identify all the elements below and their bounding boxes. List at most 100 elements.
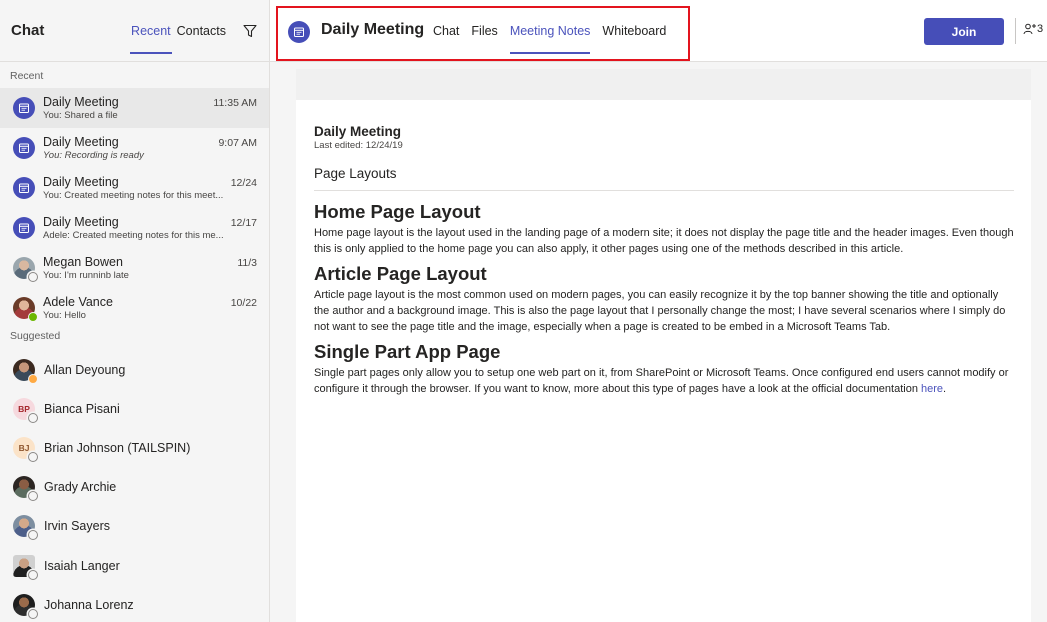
tab-recent[interactable]: Recent	[128, 0, 174, 62]
chat-time: 11:35 AM	[213, 97, 257, 109]
suggested-item-isaiah-langer[interactable]: Isaiah Langer	[0, 546, 269, 585]
header-divider	[1015, 18, 1016, 44]
participant-count: 3	[1037, 23, 1044, 35]
avatar	[13, 297, 38, 322]
chat-time: 11/3	[237, 257, 257, 269]
presence-offline-icon	[28, 608, 38, 619]
suggested-item-johanna-lorenz[interactable]: Johanna Lorenz	[0, 585, 269, 622]
teams-app: Chat Recent Contacts Recent Daily Meetin…	[0, 0, 1047, 622]
meeting-notes-area: Daily Meeting Last edited: 12/24/19 Page…	[296, 69, 1031, 622]
paragraph-home-page-layout: Home page layout is the layout used in t…	[314, 227, 1014, 255]
chat-time: 12/17	[230, 217, 257, 229]
recent-section-label: Recent	[10, 70, 44, 82]
heading-home-page-layout: Home Page Layout	[314, 201, 481, 222]
chat-item-text: Megan Bowen 11/3 You: I'm runninb late	[43, 255, 257, 281]
chat-item-adele-vance[interactable]: Adele Vance 10/22 You: Hello	[0, 288, 269, 328]
join-button[interactable]: Join	[924, 18, 1004, 45]
chat-item-text: Adele Vance 10/22 You: Hello	[43, 295, 257, 321]
avatar-initials: BP	[18, 403, 30, 414]
presence-offline-icon	[28, 569, 38, 580]
suggested-name: Irvin Sayers	[44, 519, 110, 534]
chat-item-megan-bowen[interactable]: Megan Bowen 11/3 You: I'm runninb late	[0, 248, 269, 288]
avatar: BP	[13, 397, 38, 423]
suggested-name: Grady Archie	[44, 480, 117, 495]
chat-time: 9:07 AM	[218, 137, 257, 149]
chat-preview: You: Shared a file	[43, 110, 118, 121]
suggested-name: Bianca Pisani	[44, 401, 120, 416]
chat-item-text: Daily Meeting 9:07 AM You: Recording is r…	[43, 135, 257, 161]
suggested-name: Brian Johnson (TAILSPIN)	[44, 440, 191, 455]
documentation-link[interactable]: here	[921, 383, 943, 395]
avatar: BJ	[13, 436, 38, 462]
chat-item-daily-meeting-2[interactable]: Daily Meeting 9:07 AM You: Recording is r…	[0, 128, 269, 168]
suggested-item-grady-archie[interactable]: Grady Archie	[0, 468, 269, 507]
avatar	[13, 593, 38, 619]
suggested-item-irvin-sayers[interactable]: Irvin Sayers	[0, 507, 269, 546]
sidebar-header: Chat Recent Contacts	[0, 0, 269, 62]
sidebar-tabs: Recent Contacts	[128, 0, 257, 62]
chat-preview: You: Recording is ready	[43, 150, 144, 161]
filter-icon[interactable]	[243, 24, 257, 38]
meeting-header: Daily Meeting Chat Files Meeting Notes W…	[270, 0, 1047, 62]
chat-preview: You: I'm runninb late	[43, 270, 129, 281]
chat-item-text: Daily Meeting 12/17 Adele: Created meetin…	[43, 215, 257, 241]
chat-name: Daily Meeting	[43, 215, 119, 229]
presence-offline-icon	[28, 491, 38, 502]
meeting-icon	[13, 217, 35, 239]
presence-offline-icon	[28, 272, 38, 282]
paragraph-text: Single part pages only allow you to setu…	[314, 367, 1009, 395]
chat-time: 12/24	[230, 177, 257, 189]
people-icon	[1023, 23, 1036, 35]
participants-button[interactable]: 3	[1023, 22, 1043, 36]
suggested-item-brian-johnson[interactable]: BJ Brian Johnson (TAILSPIN)	[0, 428, 269, 467]
recent-chat-list: Daily Meeting 11:35 AM You: Shared a file…	[0, 88, 269, 328]
suggested-list: Allan Deyoung BP Bianca Pisani BJ Brian …	[0, 350, 269, 622]
presence-offline-icon	[28, 451, 38, 462]
suggested-item-bianca-pisani[interactable]: BP Bianca Pisani	[0, 389, 269, 428]
chat-item-daily-meeting-3[interactable]: Daily Meeting 12/24 You: Created meeting …	[0, 168, 269, 208]
paragraph-end: .	[943, 383, 947, 395]
avatar	[13, 476, 38, 502]
tab-contacts[interactable]: Contacts	[174, 0, 229, 62]
presence-offline-icon	[28, 412, 38, 423]
heading-article-page-layout: Article Page Layout	[314, 263, 487, 284]
heading-single-part-app-page: Single Part App Page	[314, 341, 501, 362]
avatar	[13, 257, 38, 282]
paragraph-article-page-layout: Article page layout is the most common u…	[314, 289, 1006, 333]
chat-item-text: Daily Meeting 11:35 AM You: Shared a file	[43, 95, 257, 121]
chat-item-daily-meeting-4[interactable]: Daily Meeting 12/17 Adele: Created meetin…	[0, 208, 269, 248]
meeting-icon	[13, 177, 35, 199]
avatar	[13, 358, 38, 384]
suggested-name: Isaiah Langer	[44, 558, 120, 573]
sidebar-title: Chat	[11, 22, 45, 39]
chat-preview: Adele: Created meeting notes for this me…	[43, 230, 224, 241]
chat-sidebar: Chat Recent Contacts Recent Daily Meetin…	[0, 0, 270, 622]
meeting-icon	[13, 137, 35, 159]
chat-name: Daily Meeting	[43, 95, 119, 109]
chat-preview: You: Hello	[43, 310, 86, 321]
chat-item-text: Daily Meeting 12/24 You: Created meeting …	[43, 175, 257, 201]
chat-name: Megan Bowen	[43, 255, 123, 269]
chat-name: Daily Meeting	[43, 175, 119, 189]
avatar	[13, 515, 38, 541]
highlight-box	[276, 6, 690, 61]
suggested-name: Johanna Lorenz	[44, 597, 134, 612]
suggested-name: Allan Deyoung	[44, 362, 126, 377]
chat-name: Adele Vance	[43, 295, 113, 309]
meeting-icon	[13, 97, 35, 119]
presence-available-icon	[28, 312, 38, 322]
main-pane: Daily Meeting Chat Files Meeting Notes W…	[270, 0, 1047, 622]
avatar	[13, 554, 38, 580]
notes-toolbar-strip	[296, 69, 1031, 100]
suggested-item-allan-deyoung[interactable]: Allan Deyoung	[0, 350, 269, 389]
chat-preview: You: Created meeting notes for this meet…	[43, 190, 224, 201]
chat-item-daily-meeting-1[interactable]: Daily Meeting 11:35 AM You: Shared a file	[0, 88, 269, 128]
last-edited: Last edited: 12/24/19	[314, 140, 403, 151]
section-title: Page Layouts	[314, 166, 1014, 191]
presence-away-icon	[28, 373, 38, 384]
notes-page: Daily Meeting Last edited: 12/24/19 Page…	[296, 100, 1031, 622]
suggested-section-label: Suggested	[10, 330, 61, 342]
paragraph-single-part-app-page: Single part pages only allow you to setu…	[314, 365, 1014, 397]
avatar-initials: BJ	[18, 442, 30, 453]
notes-title: Daily Meeting	[314, 124, 402, 139]
